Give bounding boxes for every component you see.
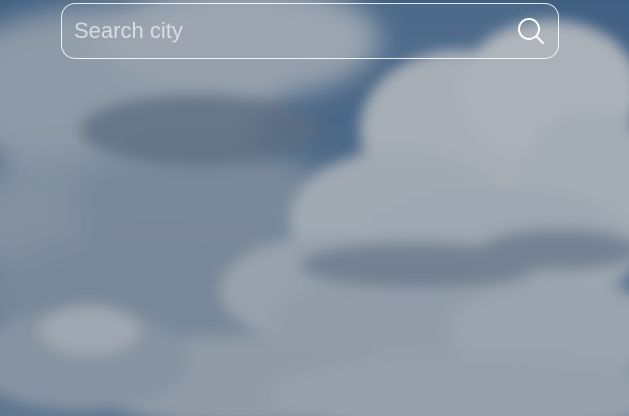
search-input[interactable] xyxy=(74,4,504,58)
cloudy-sky-background xyxy=(0,0,629,416)
search-bar xyxy=(61,3,559,59)
search-button[interactable] xyxy=(514,15,548,49)
search-icon xyxy=(514,15,548,49)
